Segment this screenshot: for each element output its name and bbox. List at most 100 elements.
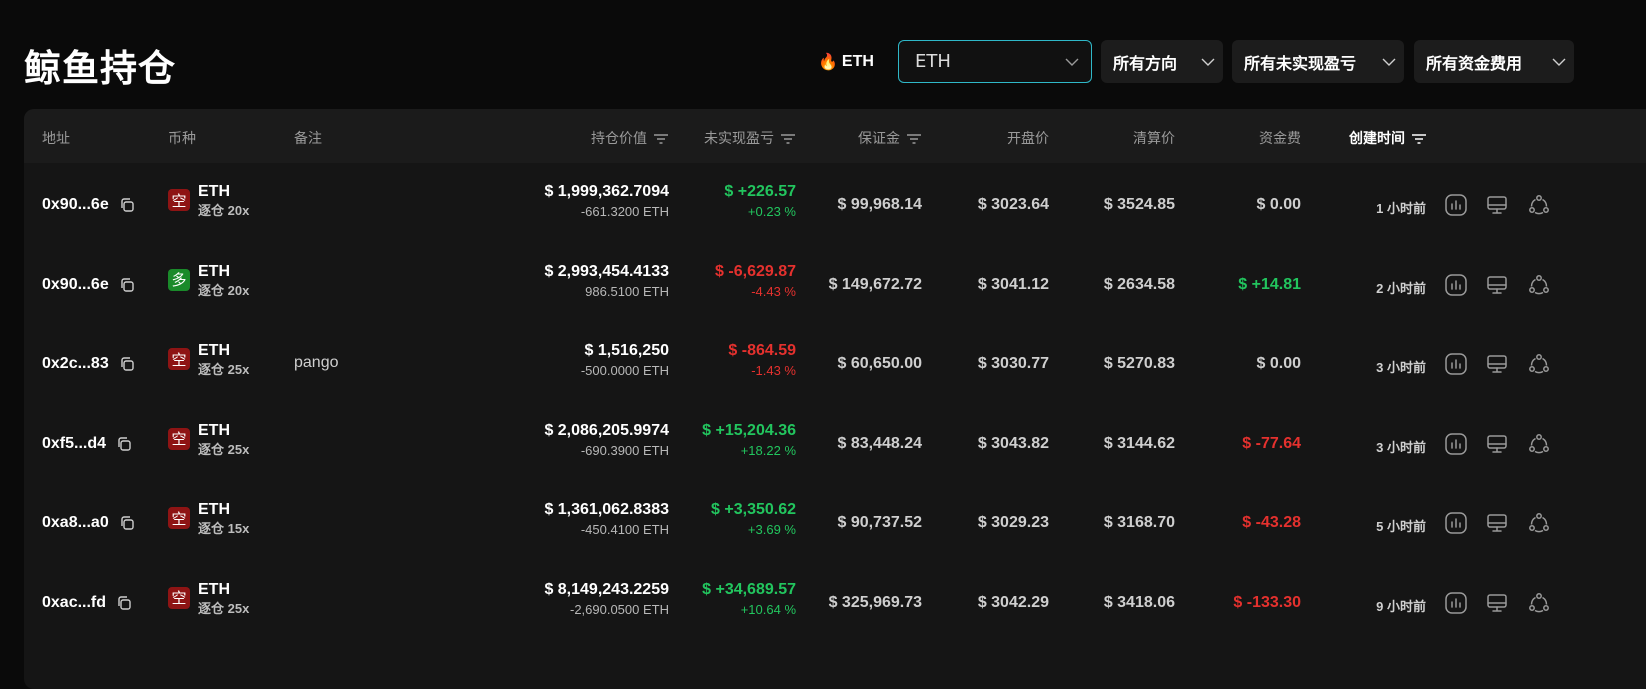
side-badge: 空: [168, 427, 190, 450]
hot-coin-tag[interactable]: 🔥 ETH: [818, 52, 874, 72]
col-pnl[interactable]: 未实现盈亏: [704, 128, 796, 148]
col-liq: 清算价: [1133, 130, 1175, 146]
coin-cell: 空 ETH 逐仓 15x: [168, 501, 249, 539]
monitor-icon[interactable]: [1485, 352, 1509, 376]
filter-icon[interactable]: [906, 132, 922, 144]
chart-icon[interactable]: [1444, 193, 1468, 217]
table-row[interactable]: 0xac...fd 空 ETH 逐仓 25x $ 8,149,243.2259 …: [24, 561, 1646, 640]
position-value-cell: $ 2,086,205.9974 -690.3900 ETH: [544, 421, 669, 461]
copy-icon[interactable]: [116, 436, 132, 452]
direction-filter[interactable]: 所有方向: [1101, 40, 1223, 83]
coin-symbol: ETH: [198, 183, 230, 200]
coin-cell: 空 ETH 逐仓 25x: [168, 422, 249, 460]
address-cell[interactable]: 0x2c...83: [42, 355, 135, 373]
col-margin[interactable]: 保证金: [858, 128, 922, 148]
table-row[interactable]: 0x2c...83 空 ETH 逐仓 25x pango $ 1,516,250…: [24, 322, 1646, 401]
coin-symbol: ETH: [198, 580, 230, 598]
copy-icon[interactable]: [119, 197, 135, 213]
coin-select[interactable]: ETH: [898, 40, 1092, 83]
address-text[interactable]: 0x2c...83: [42, 355, 109, 373]
side-badge: 空: [168, 189, 190, 211]
position-value: $ 2,993,454.4133: [544, 262, 669, 280]
chart-icon[interactable]: [1444, 591, 1468, 615]
margin-value: $ 83,448.24: [837, 434, 922, 452]
pnl-value: $ -6,629.87: [715, 262, 796, 280]
chart-icon[interactable]: [1444, 273, 1468, 297]
table-row[interactable]: 0xf5...d4 空 ETH 逐仓 25x $ 2,086,205.9974 …: [24, 402, 1646, 481]
chevron-down-icon: [1382, 57, 1396, 67]
address-text[interactable]: 0x90...6e: [42, 276, 109, 294]
monitor-icon[interactable]: [1485, 273, 1509, 297]
col-funding: 资金费: [1259, 130, 1301, 146]
chart-icon[interactable]: [1444, 432, 1468, 456]
created-time: 2 小时前: [1376, 280, 1426, 296]
monitor-icon[interactable]: [1485, 511, 1509, 535]
funding-value: $ -77.64: [1242, 434, 1301, 452]
flame-icon: 🔥: [818, 54, 838, 71]
share-icon[interactable]: [1527, 193, 1551, 217]
filter-icon[interactable]: [780, 132, 796, 144]
page-title: 鲸鱼持仓: [24, 47, 176, 90]
coin-cell: 空 ETH 逐仓 25x: [168, 342, 249, 380]
position-value-cell: $ 1,999,362.7094 -661.3200 ETH: [544, 182, 669, 222]
coin-cell: 多 ETH 逐仓 20x: [168, 263, 249, 301]
monitor-icon[interactable]: [1485, 432, 1509, 456]
liquidation-price: $ 3524.85: [1103, 196, 1175, 213]
side-badge: 空: [168, 586, 190, 609]
share-icon[interactable]: [1527, 432, 1551, 456]
margin-value: $ 149,672.72: [828, 275, 922, 293]
col-created[interactable]: 创建时间: [1349, 128, 1427, 148]
share-icon[interactable]: [1527, 273, 1551, 297]
address-text[interactable]: 0xac...fd: [42, 594, 106, 612]
address-text[interactable]: 0xa8...a0: [42, 514, 109, 532]
copy-icon[interactable]: [119, 356, 135, 372]
monitor-icon[interactable]: [1485, 193, 1509, 217]
pnl-filter[interactable]: 所有未实现盈亏: [1232, 40, 1404, 83]
coin-cell: 空 ETH 逐仓 25x: [168, 581, 249, 619]
created-time: 3 小时前: [1376, 439, 1426, 455]
filter-icon[interactable]: [1411, 132, 1427, 144]
position-value: $ 1,999,362.7094: [544, 183, 669, 200]
address-text[interactable]: 0xf5...d4: [42, 435, 106, 453]
address-cell[interactable]: 0xac...fd: [42, 594, 132, 612]
filter-icon[interactable]: [653, 132, 669, 144]
pnl-value: $ +3,350.62: [711, 501, 796, 518]
entry-price: $ 3030.77: [977, 355, 1049, 372]
liquidation-price: $ 3418.06: [1103, 593, 1175, 611]
chart-icon[interactable]: [1444, 352, 1468, 376]
funding-value: $ 0.00: [1256, 196, 1301, 213]
share-icon[interactable]: [1527, 511, 1551, 535]
created-time: 9 小时前: [1376, 598, 1426, 614]
created-time: 5 小时前: [1376, 519, 1426, 534]
liquidation-price: $ 3168.70: [1103, 514, 1175, 531]
margin-value: $ 60,650.00: [837, 355, 922, 372]
funding-value: $ -43.28: [1242, 514, 1301, 531]
position-value-cell: $ 2,993,454.4133 986.5100 ETH: [544, 262, 669, 302]
address-cell[interactable]: 0x90...6e: [42, 196, 135, 214]
margin-mode: 逐仓 25x: [198, 441, 250, 457]
direction-filter-label: 所有方向: [1113, 53, 1178, 73]
table-row[interactable]: 0x90...6e 多 ETH 逐仓 20x $ 2,993,454.4133 …: [24, 243, 1646, 322]
share-icon[interactable]: [1527, 591, 1551, 615]
col-value[interactable]: 持仓价值: [591, 128, 669, 148]
pnl-value: $ +15,204.36: [702, 421, 796, 439]
address-text[interactable]: 0x90...6e: [42, 196, 109, 214]
copy-icon[interactable]: [119, 277, 135, 293]
table-header: 地址 币种 备注 持仓价值 未实现盈亏 保证金 开盘价 清算价 资金费 创建时间: [24, 109, 1646, 163]
chart-icon[interactable]: [1444, 511, 1468, 535]
address-cell[interactable]: 0xa8...a0: [42, 514, 135, 532]
funding-filter[interactable]: 所有资金费用: [1414, 40, 1574, 83]
funding-value: $ +14.81: [1238, 275, 1301, 293]
positions-table: 地址 币种 备注 持仓价值 未实现盈亏 保证金 开盘价 清算价 资金费 创建时间: [24, 109, 1646, 689]
col-pnl-label: 未实现盈亏: [704, 130, 774, 146]
address-cell[interactable]: 0xf5...d4: [42, 435, 132, 453]
chevron-down-icon: [1552, 57, 1566, 67]
copy-icon[interactable]: [119, 515, 135, 531]
table-row[interactable]: 0xa8...a0 空 ETH 逐仓 15x $ 1,361,062.8383 …: [24, 481, 1646, 560]
share-icon[interactable]: [1527, 352, 1551, 376]
monitor-icon[interactable]: [1485, 591, 1509, 615]
pnl-cell: $ -864.59 -1.43 %: [728, 341, 796, 381]
table-row[interactable]: 0x90...6e 空 ETH 逐仓 20x $ 1,999,362.7094 …: [24, 163, 1646, 242]
copy-icon[interactable]: [116, 595, 132, 611]
address-cell[interactable]: 0x90...6e: [42, 276, 135, 294]
